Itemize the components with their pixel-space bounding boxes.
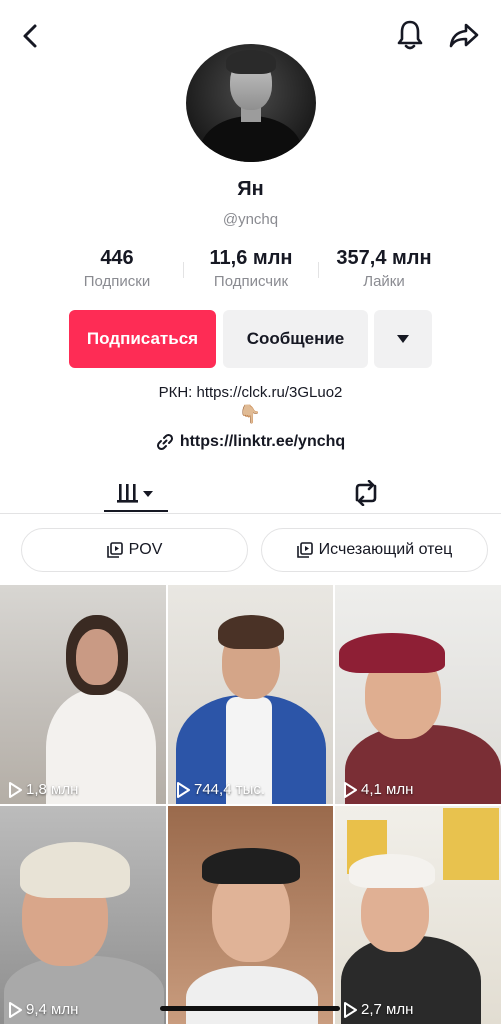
video-thumbnail[interactable]: 1,8 млн xyxy=(0,585,166,804)
stat-following[interactable]: 446 Подписки xyxy=(66,247,168,290)
videos-grid-icon xyxy=(117,484,153,503)
stat-followers-label: Подписчик xyxy=(213,273,289,290)
play-icon xyxy=(177,781,190,798)
stat-following-label: Подписки xyxy=(83,273,151,290)
home-indicator xyxy=(160,1006,340,1011)
view-count: 9,4 млн xyxy=(8,1001,78,1018)
view-count: 4,1 млн xyxy=(343,781,413,798)
suggested-accounts-button[interactable] xyxy=(374,310,432,368)
playlist-label: Исчезающий отец xyxy=(318,541,453,558)
play-icon xyxy=(9,1001,22,1018)
stat-following-value: 446 xyxy=(100,247,134,269)
stat-likes-value: 357,4 млн xyxy=(336,247,432,269)
video-thumbnail[interactable]: 9,4 млн xyxy=(0,806,166,1024)
avatar[interactable] xyxy=(186,44,316,162)
video-thumbnail[interactable]: 744,4 тыс. xyxy=(168,585,333,804)
link-icon xyxy=(156,433,173,451)
profile-handle: @ynchq xyxy=(222,211,279,228)
video-thumbnail[interactable]: 2,7 млн xyxy=(335,806,501,1024)
bell-icon xyxy=(397,20,423,50)
stat-likes[interactable]: 357,4 млн Лайки xyxy=(323,247,445,290)
share-button[interactable] xyxy=(444,16,484,54)
view-count: 2,7 млн xyxy=(343,1001,413,1018)
playlist-icon xyxy=(106,542,123,558)
profile-name: Ян xyxy=(237,178,264,200)
playlist-pov[interactable]: POV xyxy=(21,528,248,572)
playlist-disappearing-father[interactable]: Исчезающий отец xyxy=(261,528,488,572)
profile-tabs xyxy=(0,464,501,514)
stat-divider xyxy=(318,262,319,278)
video-grid: 1,8 млн 744,4 тыс. 4,1 млн 9,4 млн 2,7 м… xyxy=(0,585,501,1024)
back-button[interactable] xyxy=(14,18,46,54)
caret-down-icon xyxy=(397,335,409,343)
notifications-button[interactable] xyxy=(392,16,428,54)
tab-videos[interactable] xyxy=(104,472,168,514)
play-icon xyxy=(344,1001,357,1018)
view-count: 744,4 тыс. xyxy=(176,781,265,798)
message-button[interactable]: Сообщение xyxy=(223,310,368,368)
playlist-label: POV xyxy=(128,541,163,558)
play-icon xyxy=(9,781,22,798)
bio-link[interactable]: https://linktr.ee/ynchq xyxy=(0,431,501,453)
video-thumbnail[interactable] xyxy=(168,806,333,1024)
bio-text: РКН: https://clck.ru/3GLuo2 xyxy=(158,384,343,401)
view-count: 1,8 млн xyxy=(8,781,78,798)
share-arrow-icon xyxy=(449,23,479,48)
play-icon xyxy=(344,781,357,798)
stat-followers[interactable]: 11,6 млн Подписчик xyxy=(192,247,310,290)
bio-link-text: https://linktr.ee/ynchq xyxy=(179,433,346,450)
playlist-icon xyxy=(296,542,313,558)
follow-button[interactable]: Подписаться xyxy=(69,310,216,368)
repost-icon xyxy=(355,480,377,506)
stat-divider xyxy=(183,262,184,278)
chevron-left-icon xyxy=(23,24,37,48)
stat-likes-label: Лайки xyxy=(363,273,405,290)
tab-reposts[interactable] xyxy=(338,472,394,514)
video-thumbnail[interactable]: 4,1 млн xyxy=(335,585,501,804)
bio-emoji: 👇🏼 xyxy=(238,404,262,424)
active-tab-indicator xyxy=(104,510,168,512)
stat-followers-value: 11,6 млн xyxy=(209,247,293,269)
profile-stats: 446 Подписки 11,6 млн Подписчик 357,4 мл… xyxy=(0,247,501,297)
